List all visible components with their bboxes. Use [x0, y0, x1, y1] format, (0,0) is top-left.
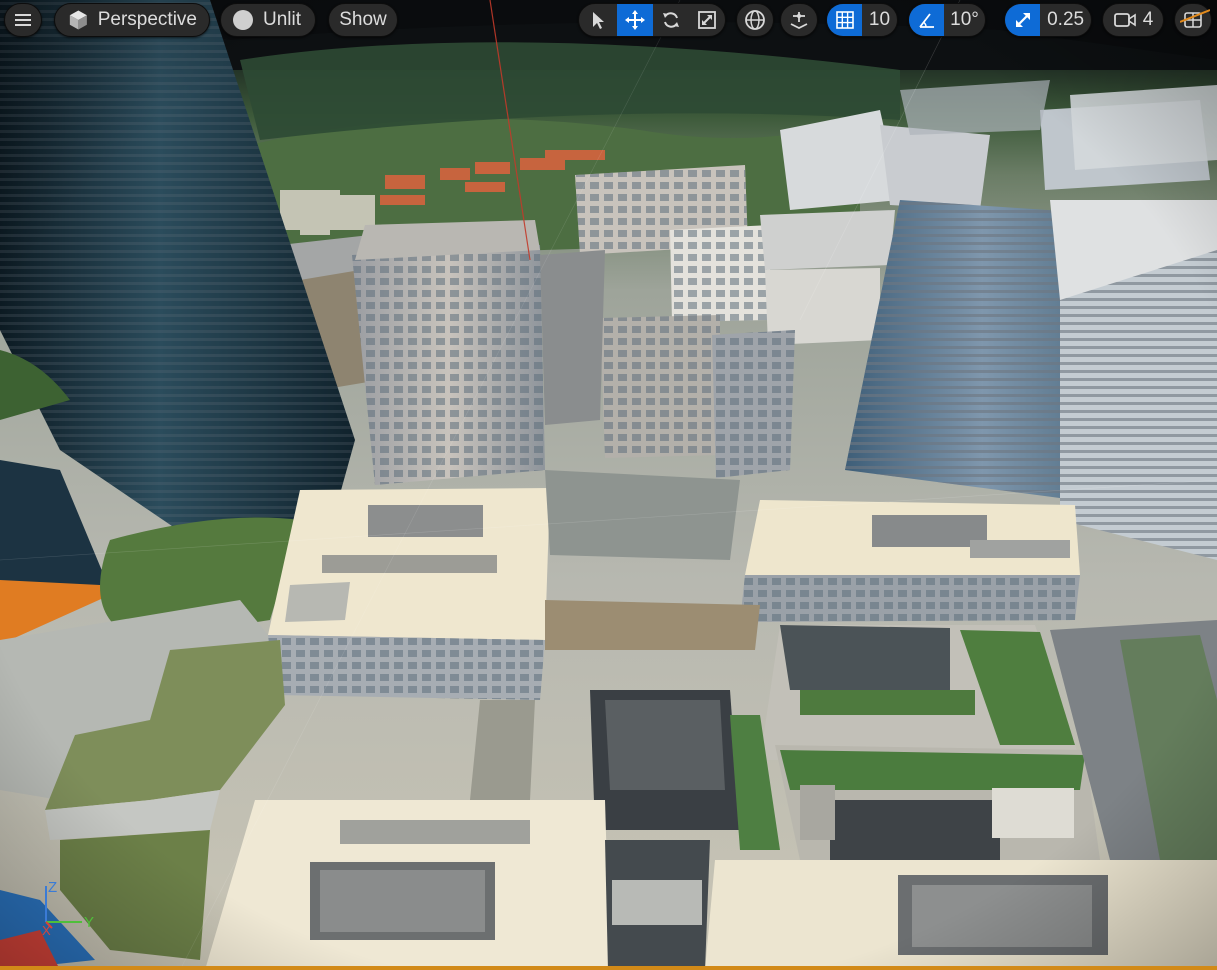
- viewport-active-border: [0, 966, 1217, 970]
- scale-snap-icon: [1015, 13, 1030, 27]
- coordinate-system-button[interactable]: [736, 3, 774, 37]
- z-axis-label: Z: [48, 879, 57, 896]
- hamburger-icon: [15, 14, 31, 26]
- scale-snap-toggle[interactable]: [1005, 4, 1041, 36]
- lighting-mode-label: Unlit: [263, 9, 302, 30]
- move-arrows-icon: [625, 10, 645, 30]
- scale-snap-value-dropdown[interactable]: 0.25: [1040, 4, 1091, 36]
- rotation-snap-group: 10°: [908, 3, 986, 37]
- viewport-menu-button[interactable]: [4, 3, 42, 37]
- x-axis-label: X: [42, 923, 51, 936]
- surface-snap-icon: [790, 12, 808, 30]
- grid-snap-group: 10: [826, 3, 898, 37]
- camera-speed-dropdown[interactable]: 4: [1102, 3, 1164, 37]
- arrow-pointer-icon: [593, 12, 604, 29]
- grid-snap-value-dropdown[interactable]: 10: [862, 4, 897, 36]
- city-aerial-scene: [0, 0, 1217, 970]
- show-flags-dropdown[interactable]: Show: [328, 3, 398, 37]
- rotation-snap-value: 10°: [950, 9, 979, 30]
- rotation-snap-toggle[interactable]: [909, 4, 945, 36]
- scale-snap-value: 0.25: [1047, 9, 1085, 30]
- level-viewport[interactable]: Perspective Unlit Show 10 10° 0.25 4 Z X…: [0, 0, 1217, 970]
- transform-tools-group: [578, 3, 726, 37]
- camera-speed-value: 4: [1142, 9, 1154, 30]
- surface-snapping-button[interactable]: [780, 3, 818, 37]
- view-mode-dropdown[interactable]: Perspective: [54, 3, 210, 37]
- axis-gizmo: Z X Y: [42, 879, 94, 936]
- select-tool-button[interactable]: [579, 4, 617, 36]
- view-mode-label: Perspective: [97, 9, 197, 30]
- grid-snap-value: 10: [868, 9, 891, 30]
- scale-tool-button[interactable]: [689, 4, 725, 36]
- y-axis-label: Y: [84, 914, 94, 931]
- scale-snap-group: 0.25: [1004, 3, 1092, 37]
- grid-icon: [835, 11, 854, 29]
- angle-icon: [918, 13, 934, 28]
- unlit-sphere-icon: [233, 10, 253, 30]
- translate-tool-button[interactable]: [617, 4, 653, 36]
- globe-icon: [745, 10, 765, 30]
- rotate-icon: [663, 12, 679, 28]
- show-flags-label: Show: [339, 9, 387, 30]
- rotate-tool-button[interactable]: [653, 4, 689, 36]
- grid-snap-toggle[interactable]: [827, 4, 862, 36]
- rotation-snap-value-dropdown[interactable]: 10°: [944, 4, 985, 36]
- selection-corner-marker: [1180, 9, 1210, 23]
- lighting-mode-dropdown[interactable]: Unlit: [220, 3, 316, 37]
- perspective-cube-icon: [69, 10, 87, 30]
- video-camera-icon: [1113, 13, 1136, 27]
- scale-icon: [698, 11, 716, 29]
